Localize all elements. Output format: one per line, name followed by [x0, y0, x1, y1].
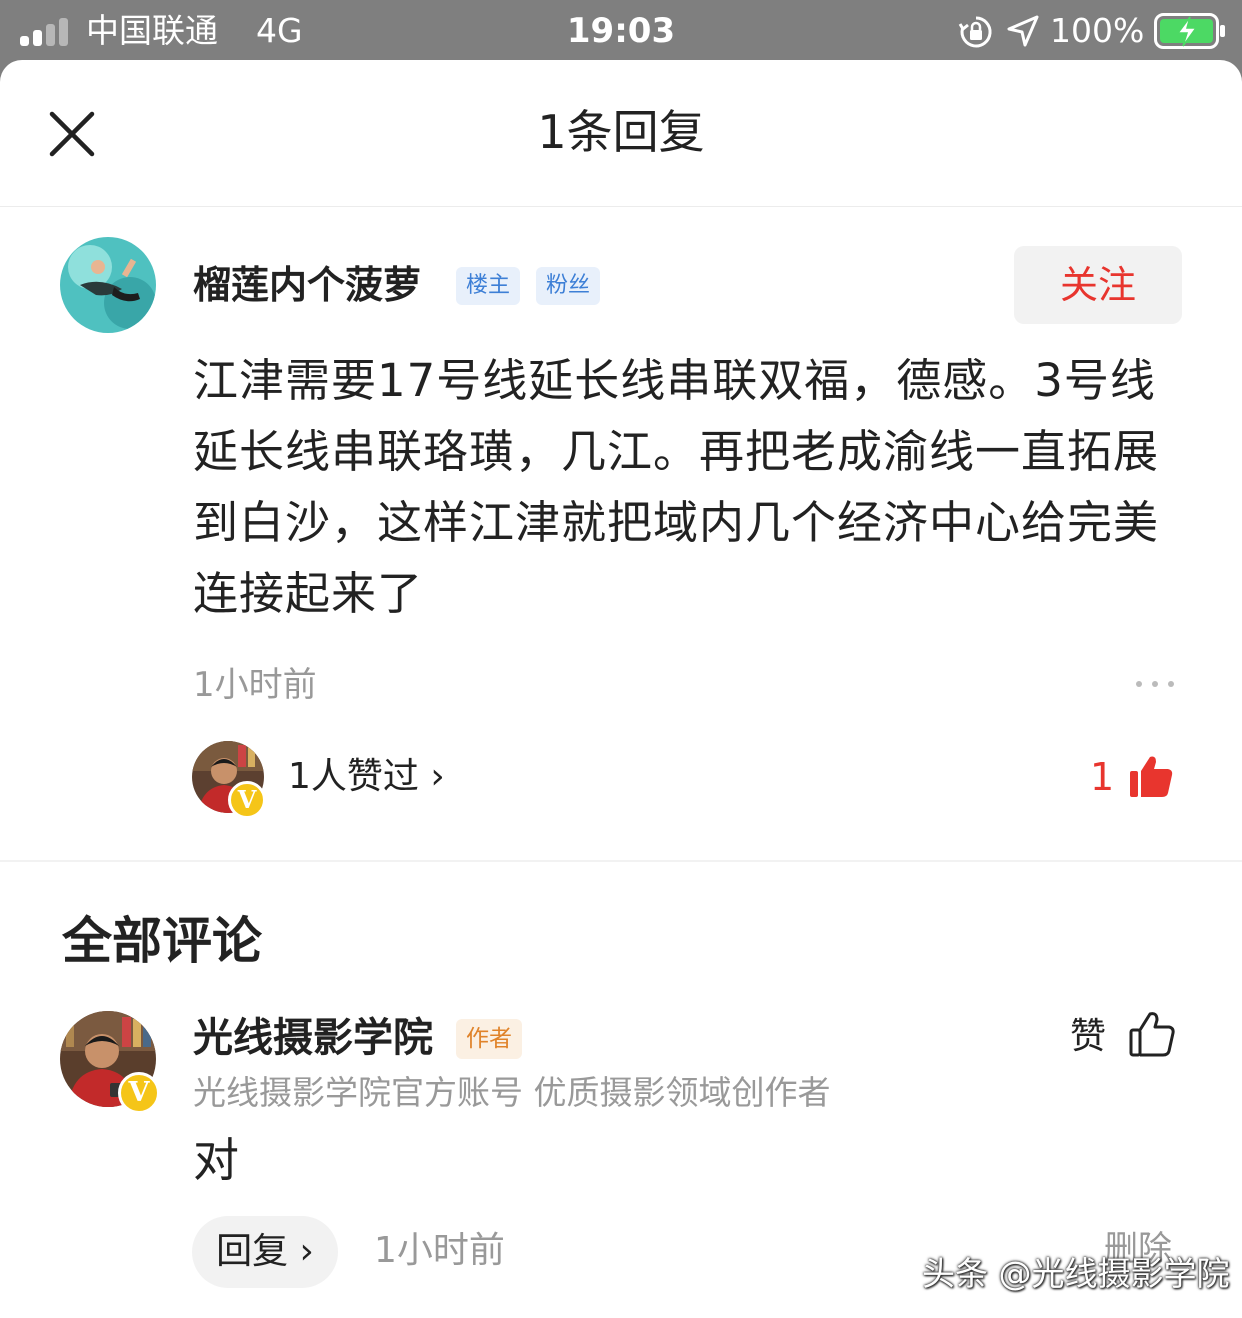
reply-button[interactable]: 回复 ›	[192, 1216, 338, 1288]
page-title: 1条回复	[537, 105, 705, 159]
watermark: 头条 @光线摄影学院	[922, 1254, 1230, 1293]
location-icon	[1007, 15, 1039, 47]
comment-text: 对	[193, 1133, 239, 1187]
commenter-description: 光线摄影学院官方账号 优质摄影领域创作者	[193, 1073, 831, 1112]
thumbs-up-icon[interactable]	[1128, 1010, 1176, 1058]
like-count: 1	[1090, 755, 1115, 799]
likers-link[interactable]: 1人赞过 ›	[288, 752, 445, 802]
thumbs-up-filled-icon[interactable]	[1128, 753, 1174, 799]
avatar[interactable]	[60, 237, 156, 333]
like-label[interactable]: 赞	[1070, 1012, 1106, 1062]
follow-button[interactable]: 关注	[1014, 246, 1182, 324]
fan-tag: 粉丝	[536, 267, 601, 305]
commenter-name[interactable]: 光线摄影学院	[193, 1012, 433, 1064]
status-bar: 中国联通 4G 19:03 100%	[0, 0, 1242, 62]
section-title: 全部评论	[62, 912, 262, 970]
verified-badge: V	[118, 1072, 160, 1114]
reply-sheet: 1条回复 榴莲内个菠萝 楼主 粉丝 关注 江津需要17号线延长线串联双福，德感。…	[0, 60, 1242, 1318]
battery-percent: 100%	[1050, 11, 1145, 50]
more-icon[interactable]	[1134, 678, 1176, 690]
rotation-lock-icon	[958, 16, 992, 48]
comment-time: 1小时前	[374, 1230, 505, 1271]
sheet-header: 1条回复	[0, 60, 1242, 207]
owner-tag: 楼主	[456, 267, 521, 305]
author-tag: 作者	[456, 1019, 522, 1059]
verified-badge: V	[228, 781, 266, 819]
comment-text: 江津需要17号线延长线串联双福，德感。3号线延长线串联珞璜，几江。再把老成渝线一…	[193, 354, 1160, 620]
battery-charging-icon	[1154, 13, 1225, 49]
comment-time: 1小时前	[193, 665, 317, 705]
section-divider	[0, 860, 1242, 862]
author-name[interactable]: 榴莲内个菠萝	[193, 260, 421, 310]
